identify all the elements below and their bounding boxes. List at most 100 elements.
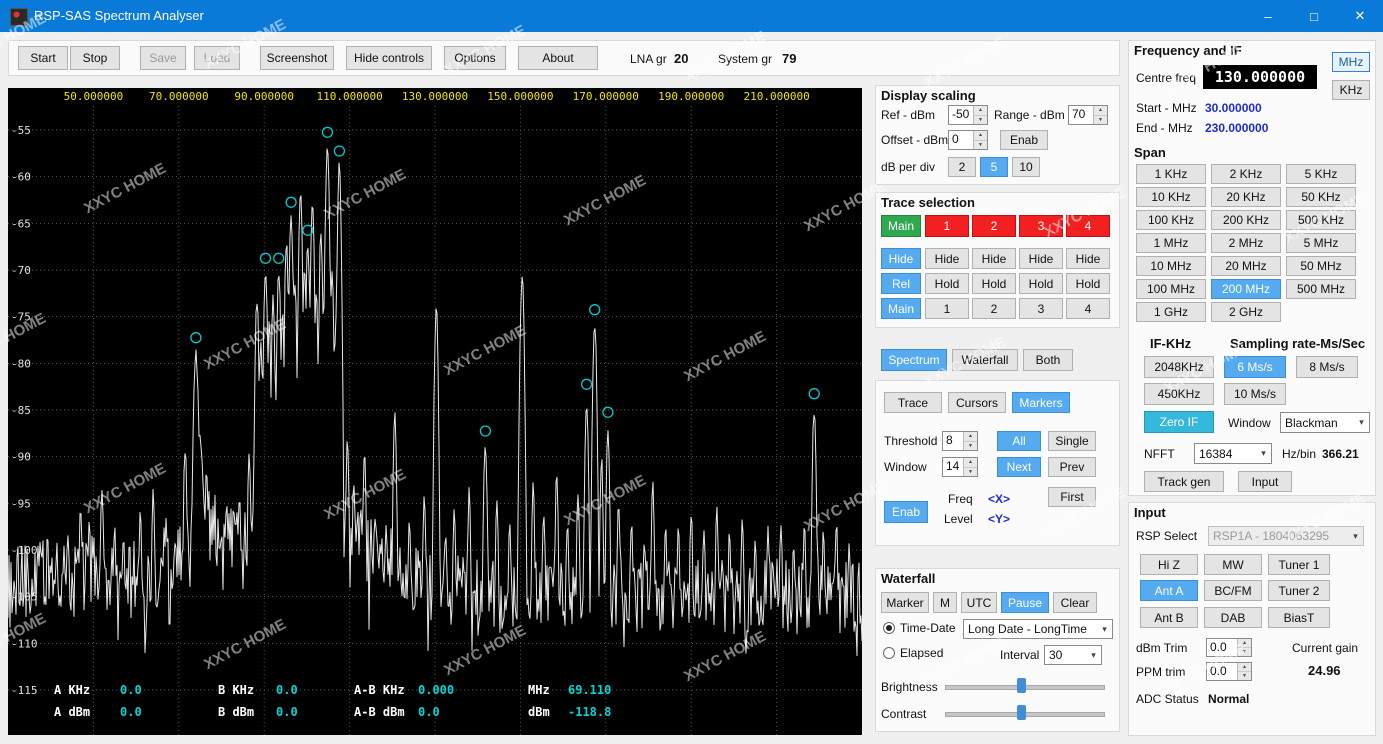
ref-dbm-spinner[interactable]: -50 ▲ ▼	[948, 105, 988, 125]
span-button-2-khz[interactable]: 2 KHz	[1211, 164, 1281, 184]
spin-down-icon[interactable]: ▼	[1238, 672, 1251, 680]
span-button-50-khz[interactable]: 50 KHz	[1286, 187, 1356, 207]
peak-marker[interactable]	[190, 332, 202, 344]
spin-up-icon[interactable]: ▲	[974, 106, 987, 116]
options-button[interactable]: Options	[444, 46, 506, 70]
spin-up-icon[interactable]: ▲	[1094, 106, 1107, 116]
spin-down-icon[interactable]: ▼	[1238, 648, 1251, 656]
span-button-50-mhz[interactable]: 50 MHz	[1286, 256, 1356, 276]
waterfall-clear-button[interactable]: Clear	[1053, 592, 1097, 613]
peak-marker[interactable]	[808, 388, 820, 400]
time-format-dropdown[interactable]: Long Date - LongTime ▾	[963, 619, 1113, 639]
trace-row-main-1[interactable]: 1	[925, 298, 969, 319]
markers-next-button[interactable]: Next	[997, 457, 1041, 477]
span-button-500-mhz[interactable]: 500 MHz	[1286, 279, 1356, 299]
maximize-button[interactable]: □	[1291, 0, 1337, 32]
trace-row-main-4[interactable]: 4	[1066, 298, 1110, 319]
trace-hold-4[interactable]: Hold	[1066, 273, 1110, 294]
db-div-5-button[interactable]: 5	[980, 157, 1008, 177]
rate-8mss-button[interactable]: 8 Ms/s	[1296, 356, 1358, 378]
peak-marker[interactable]	[333, 145, 346, 157]
range-dbm-spinner[interactable]: 70 ▲ ▼	[1068, 105, 1108, 125]
span-button-5-mhz[interactable]: 5 MHz	[1286, 233, 1356, 253]
input-button[interactable]: Input	[1238, 471, 1292, 492]
input-ant-b[interactable]: Ant B	[1140, 607, 1198, 628]
peak-marker[interactable]	[602, 406, 614, 418]
screenshot-button[interactable]: Screenshot	[260, 46, 334, 70]
spin-up-icon[interactable]: ▲	[1238, 639, 1251, 648]
spin-up-icon[interactable]: ▲	[964, 458, 977, 468]
spectrum-plot[interactable]: 50.000000 70.000000 90.000000 110.000000 130…	[7, 88, 863, 735]
trace-select-1[interactable]: 1	[925, 215, 969, 237]
view-both-button[interactable]: Both	[1023, 349, 1073, 371]
span-button-2-mhz[interactable]: 2 MHz	[1211, 233, 1281, 253]
trace-row-main-0[interactable]: Main	[881, 298, 921, 319]
span-button-20-khz[interactable]: 20 KHz	[1211, 187, 1281, 207]
view-spectrum-button[interactable]: Spectrum	[881, 349, 947, 371]
view-waterfall-button[interactable]: Waterfall	[952, 349, 1018, 371]
peak-marker[interactable]	[580, 378, 593, 390]
span-button-10-mhz[interactable]: 10 MHz	[1136, 256, 1206, 276]
peak-marker[interactable]	[589, 304, 601, 316]
span-button-5-khz[interactable]: 5 KHz	[1286, 164, 1356, 184]
time-date-radio[interactable]: Time-Date	[883, 621, 956, 635]
spin-up-icon[interactable]: ▲	[974, 131, 987, 141]
spin-down-icon[interactable]: ▼	[1094, 115, 1107, 124]
peak-marker[interactable]	[273, 252, 285, 264]
tab-trace[interactable]: Trace	[884, 392, 942, 413]
trace-hide-4[interactable]: Hide	[1066, 248, 1110, 269]
window-spinner[interactable]: 14 ▲ ▼	[942, 457, 978, 477]
nfft-dropdown[interactable]: 16384 ▾	[1194, 443, 1272, 464]
markers-enab-button[interactable]: Enab	[884, 501, 928, 523]
span-button-100-khz[interactable]: 100 KHz	[1136, 210, 1206, 230]
peak-marker[interactable]	[285, 196, 297, 208]
trace-hold-0[interactable]: Rel	[881, 273, 921, 294]
spin-up-icon[interactable]: ▲	[1238, 663, 1251, 672]
span-button-20-mhz[interactable]: 20 MHz	[1211, 256, 1281, 276]
trace-hide-3[interactable]: Hide	[1019, 248, 1063, 269]
khz-button[interactable]: KHz	[1332, 80, 1370, 100]
trace-select-main[interactable]: Main	[881, 215, 921, 237]
slider-thumb[interactable]	[1017, 705, 1026, 720]
load-button[interactable]: Load	[194, 46, 240, 70]
stop-button[interactable]: Stop	[70, 46, 120, 70]
spin-down-icon[interactable]: ▼	[974, 140, 987, 149]
trace-select-3[interactable]: 3	[1019, 215, 1063, 237]
fft-window-dropdown[interactable]: Blackman ▾	[1280, 412, 1370, 433]
input-mw[interactable]: MW	[1204, 554, 1262, 575]
centre-freq-display[interactable]: 130.000000	[1203, 65, 1317, 89]
waterfall-marker-button[interactable]: Marker	[881, 592, 929, 613]
trace-select-2[interactable]: 2	[972, 215, 1016, 237]
ppm-trim-spinner[interactable]: 0.0 ▲ ▼	[1206, 662, 1252, 681]
close-button[interactable]: ✕	[1337, 0, 1383, 32]
if-450khz-button[interactable]: 450KHz	[1144, 383, 1214, 405]
span-button-10-khz[interactable]: 10 KHz	[1136, 187, 1206, 207]
zero-if-button[interactable]: Zero IF	[1144, 411, 1214, 433]
input-ant-a[interactable]: Ant A	[1140, 580, 1198, 601]
track-gen-button[interactable]: Track gen	[1144, 471, 1224, 492]
if-2048khz-button[interactable]: 2048KHz	[1144, 356, 1214, 378]
db-div-2-button[interactable]: 2	[948, 157, 976, 177]
span-button-2-ghz[interactable]: 2 GHz	[1211, 302, 1281, 322]
markers-prev-button[interactable]: Prev	[1048, 457, 1096, 477]
spectrum-display[interactable]: 50.000000 70.000000 90.000000 110.000000 130…	[7, 88, 863, 735]
span-button-1-mhz[interactable]: 1 MHz	[1136, 233, 1206, 253]
trace-select-4[interactable]: 4	[1066, 215, 1110, 237]
spin-down-icon[interactable]: ▼	[974, 115, 987, 124]
span-button-200-khz[interactable]: 200 KHz	[1211, 210, 1281, 230]
markers-single-button[interactable]: Single	[1048, 431, 1096, 451]
start-button[interactable]: Start	[18, 46, 68, 70]
trace-row-main-2[interactable]: 2	[972, 298, 1016, 319]
trace-row-main-3[interactable]: 3	[1019, 298, 1063, 319]
span-button-100-mhz[interactable]: 100 MHz	[1136, 279, 1206, 299]
contrast-slider[interactable]	[945, 704, 1105, 722]
span-button-500-khz[interactable]: 500 KHz	[1286, 210, 1356, 230]
span-button-1-ghz[interactable]: 1 GHz	[1136, 302, 1206, 322]
brightness-slider[interactable]	[945, 677, 1105, 695]
markers-first-button[interactable]: First	[1048, 487, 1096, 507]
minimize-button[interactable]: –	[1245, 0, 1291, 32]
waterfall-m-button[interactable]: M	[933, 592, 957, 613]
trace-hide-2[interactable]: Hide	[972, 248, 1016, 269]
db-div-10-button[interactable]: 10	[1012, 157, 1040, 177]
waterfall-pause-button[interactable]: Pause	[1001, 592, 1049, 613]
